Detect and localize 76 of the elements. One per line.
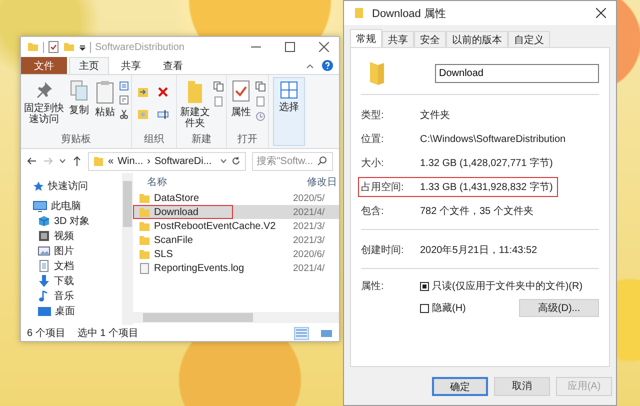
copy-button[interactable]: 复制	[67, 78, 91, 118]
field-value: 1.33 GB (1,431,928,832 字节)	[420, 180, 553, 194]
dialog-title: Download 属性	[372, 6, 446, 20]
field-value: 文件夹	[420, 108, 450, 122]
file-name: ScanFile	[133, 233, 293, 247]
file-row[interactable]: ScanFile 2021/3/	[133, 233, 339, 247]
checkbox[interactable]: 只读(仅应用于文件夹中的文件)(R)	[420, 279, 583, 293]
file-menu-tab[interactable]: 文件	[21, 57, 67, 74]
file-date: 2020/5/	[293, 192, 325, 204]
properties-button[interactable]: 属性	[229, 78, 253, 120]
nav-item[interactable]: 视频	[33, 229, 122, 243]
dialog-button[interactable]: 取消	[494, 376, 550, 396]
file-date: 2021/4/	[293, 262, 325, 274]
paste-button[interactable]: 粘贴	[93, 78, 117, 120]
field-label: 属性:	[361, 280, 385, 294]
field-label: 包含:	[361, 204, 385, 218]
ribbon-tab[interactable]: 主页	[69, 57, 109, 74]
ribbon-group-label: 剪贴板	[61, 132, 91, 146]
dialog-button[interactable]: 确定	[432, 376, 488, 396]
nav-item[interactable]: 图片	[33, 244, 122, 258]
status-text: 6 个项目	[27, 327, 66, 340]
file-name: ReportingEvents.log	[133, 261, 293, 275]
field-value: 1.32 GB (1,428,027,771 字节)	[420, 156, 553, 170]
nav-item[interactable]: 3D 对象	[33, 214, 122, 228]
file-name: Download	[133, 205, 233, 219]
dialog-tab[interactable]: 以前的版本	[446, 31, 508, 47]
file-date: 2021/3/	[293, 220, 325, 232]
field-value: 782 个文件，35 个文件夹	[420, 204, 534, 218]
file-row[interactable]: PostRebootEventCache.V2 2021/3/	[133, 219, 339, 233]
nav-item[interactable]: 此电脑	[33, 199, 122, 213]
nav-item[interactable]: 文档	[33, 259, 122, 273]
file-row[interactable]: SLS 2020/6/	[133, 247, 339, 261]
dialog-tab[interactable]: 安全	[414, 31, 446, 47]
name-field[interactable]: Download	[435, 64, 599, 82]
field-label: 创建时间:	[361, 244, 405, 257]
address-bar[interactable]: « Win... › SoftwareDi...	[88, 152, 246, 170]
checkbox[interactable]: 隐藏(H)	[420, 301, 466, 315]
file-row[interactable]: Download 2021/4/	[133, 205, 339, 219]
file-date: 2021/4/	[293, 206, 325, 218]
field-label: 大小:	[361, 156, 385, 170]
file-date: 2020/6/	[293, 248, 325, 260]
file-name: SLS	[133, 247, 293, 261]
advanced-button[interactable]: 高级(D)...	[519, 299, 599, 317]
field-value: 2020年5月21日，11:43:52	[420, 244, 538, 257]
search-field[interactable]: 搜索"Softw...	[252, 152, 333, 170]
file-name: DataStore	[133, 191, 293, 205]
file-name: PostRebootEventCache.V2	[133, 219, 293, 233]
file-row[interactable]: ReportingEvents.log 2021/4/	[133, 261, 339, 275]
nav-item[interactable]: 快速访问	[33, 179, 122, 193]
nav-item[interactable]: 音乐	[33, 289, 122, 303]
ribbon-group-label: 新建	[192, 132, 212, 146]
window-title: SoftwareDistribution	[95, 42, 184, 52]
folder-button[interactable]: 新建文件夹	[179, 78, 211, 131]
breadcrumb-separator[interactable]: ›	[147, 156, 150, 166]
file-row[interactable]: DataStore 2020/5/	[133, 191, 339, 205]
nav-item[interactable]: 下载	[33, 274, 122, 288]
dialog-tab[interactable]: 常规	[350, 29, 382, 47]
ribbon-group-label: 打开	[238, 132, 258, 146]
ribbon-group-label: 组织	[144, 133, 164, 146]
pin-button[interactable]: 固定到快速访问	[23, 78, 65, 127]
field-value: C:\Windows\SoftwareDistribution	[420, 134, 566, 144]
file-date: 2021/3/	[293, 234, 325, 246]
column-header[interactable]: 修改日	[307, 175, 337, 189]
ribbon-tab[interactable]: 查看	[153, 57, 193, 74]
breadcrumb[interactable]: Win...	[118, 156, 144, 166]
nav-item[interactable]: 桌面	[33, 304, 122, 318]
field-label: 位置:	[361, 132, 385, 146]
dialog-tab[interactable]: 共享	[382, 31, 414, 47]
dialog-tab[interactable]: 自定义	[508, 31, 550, 47]
field-label: 类型:	[361, 108, 385, 122]
status-text: 选中 1 个项目	[77, 326, 138, 340]
column-header[interactable]: 名称	[133, 175, 307, 189]
overflow-chevron[interactable]: «	[108, 156, 114, 166]
ribbon-tab[interactable]: 共享	[111, 57, 151, 74]
field-label: 占用空间:	[361, 180, 405, 194]
breadcrumb[interactable]: SoftwareDi...	[154, 156, 212, 166]
